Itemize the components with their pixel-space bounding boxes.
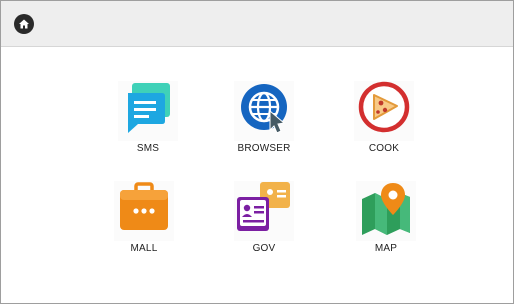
pizza-icon <box>354 81 414 141</box>
app-cook[interactable]: COOK <box>349 81 419 165</box>
map-pin-icon <box>356 181 416 241</box>
top-bar <box>1 1 513 47</box>
app-map[interactable]: MAP <box>351 181 421 265</box>
home-icon <box>19 19 29 29</box>
app-browser[interactable]: BROWSER <box>229 81 299 165</box>
app-label-gov: GOV <box>252 243 276 254</box>
app-label-map: MAP <box>374 243 398 254</box>
shopping-bag-icon <box>114 181 174 241</box>
app-label-browser: BROWSER <box>237 143 291 154</box>
sms-icon <box>118 81 178 141</box>
home-button[interactable] <box>14 14 34 34</box>
app-label-cook: COOK <box>368 143 400 154</box>
app-label-sms: SMS <box>136 143 160 154</box>
home-screen: SMS BROWSER COOK MALL GOV MAP <box>0 0 514 304</box>
app-label-mall: MALL <box>130 243 158 254</box>
app-sms[interactable]: SMS <box>113 81 183 165</box>
app-gov[interactable]: GOV <box>229 181 299 265</box>
browser-globe-icon <box>234 81 294 141</box>
app-mall[interactable]: MALL <box>109 181 179 265</box>
id-card-icon <box>234 181 294 241</box>
